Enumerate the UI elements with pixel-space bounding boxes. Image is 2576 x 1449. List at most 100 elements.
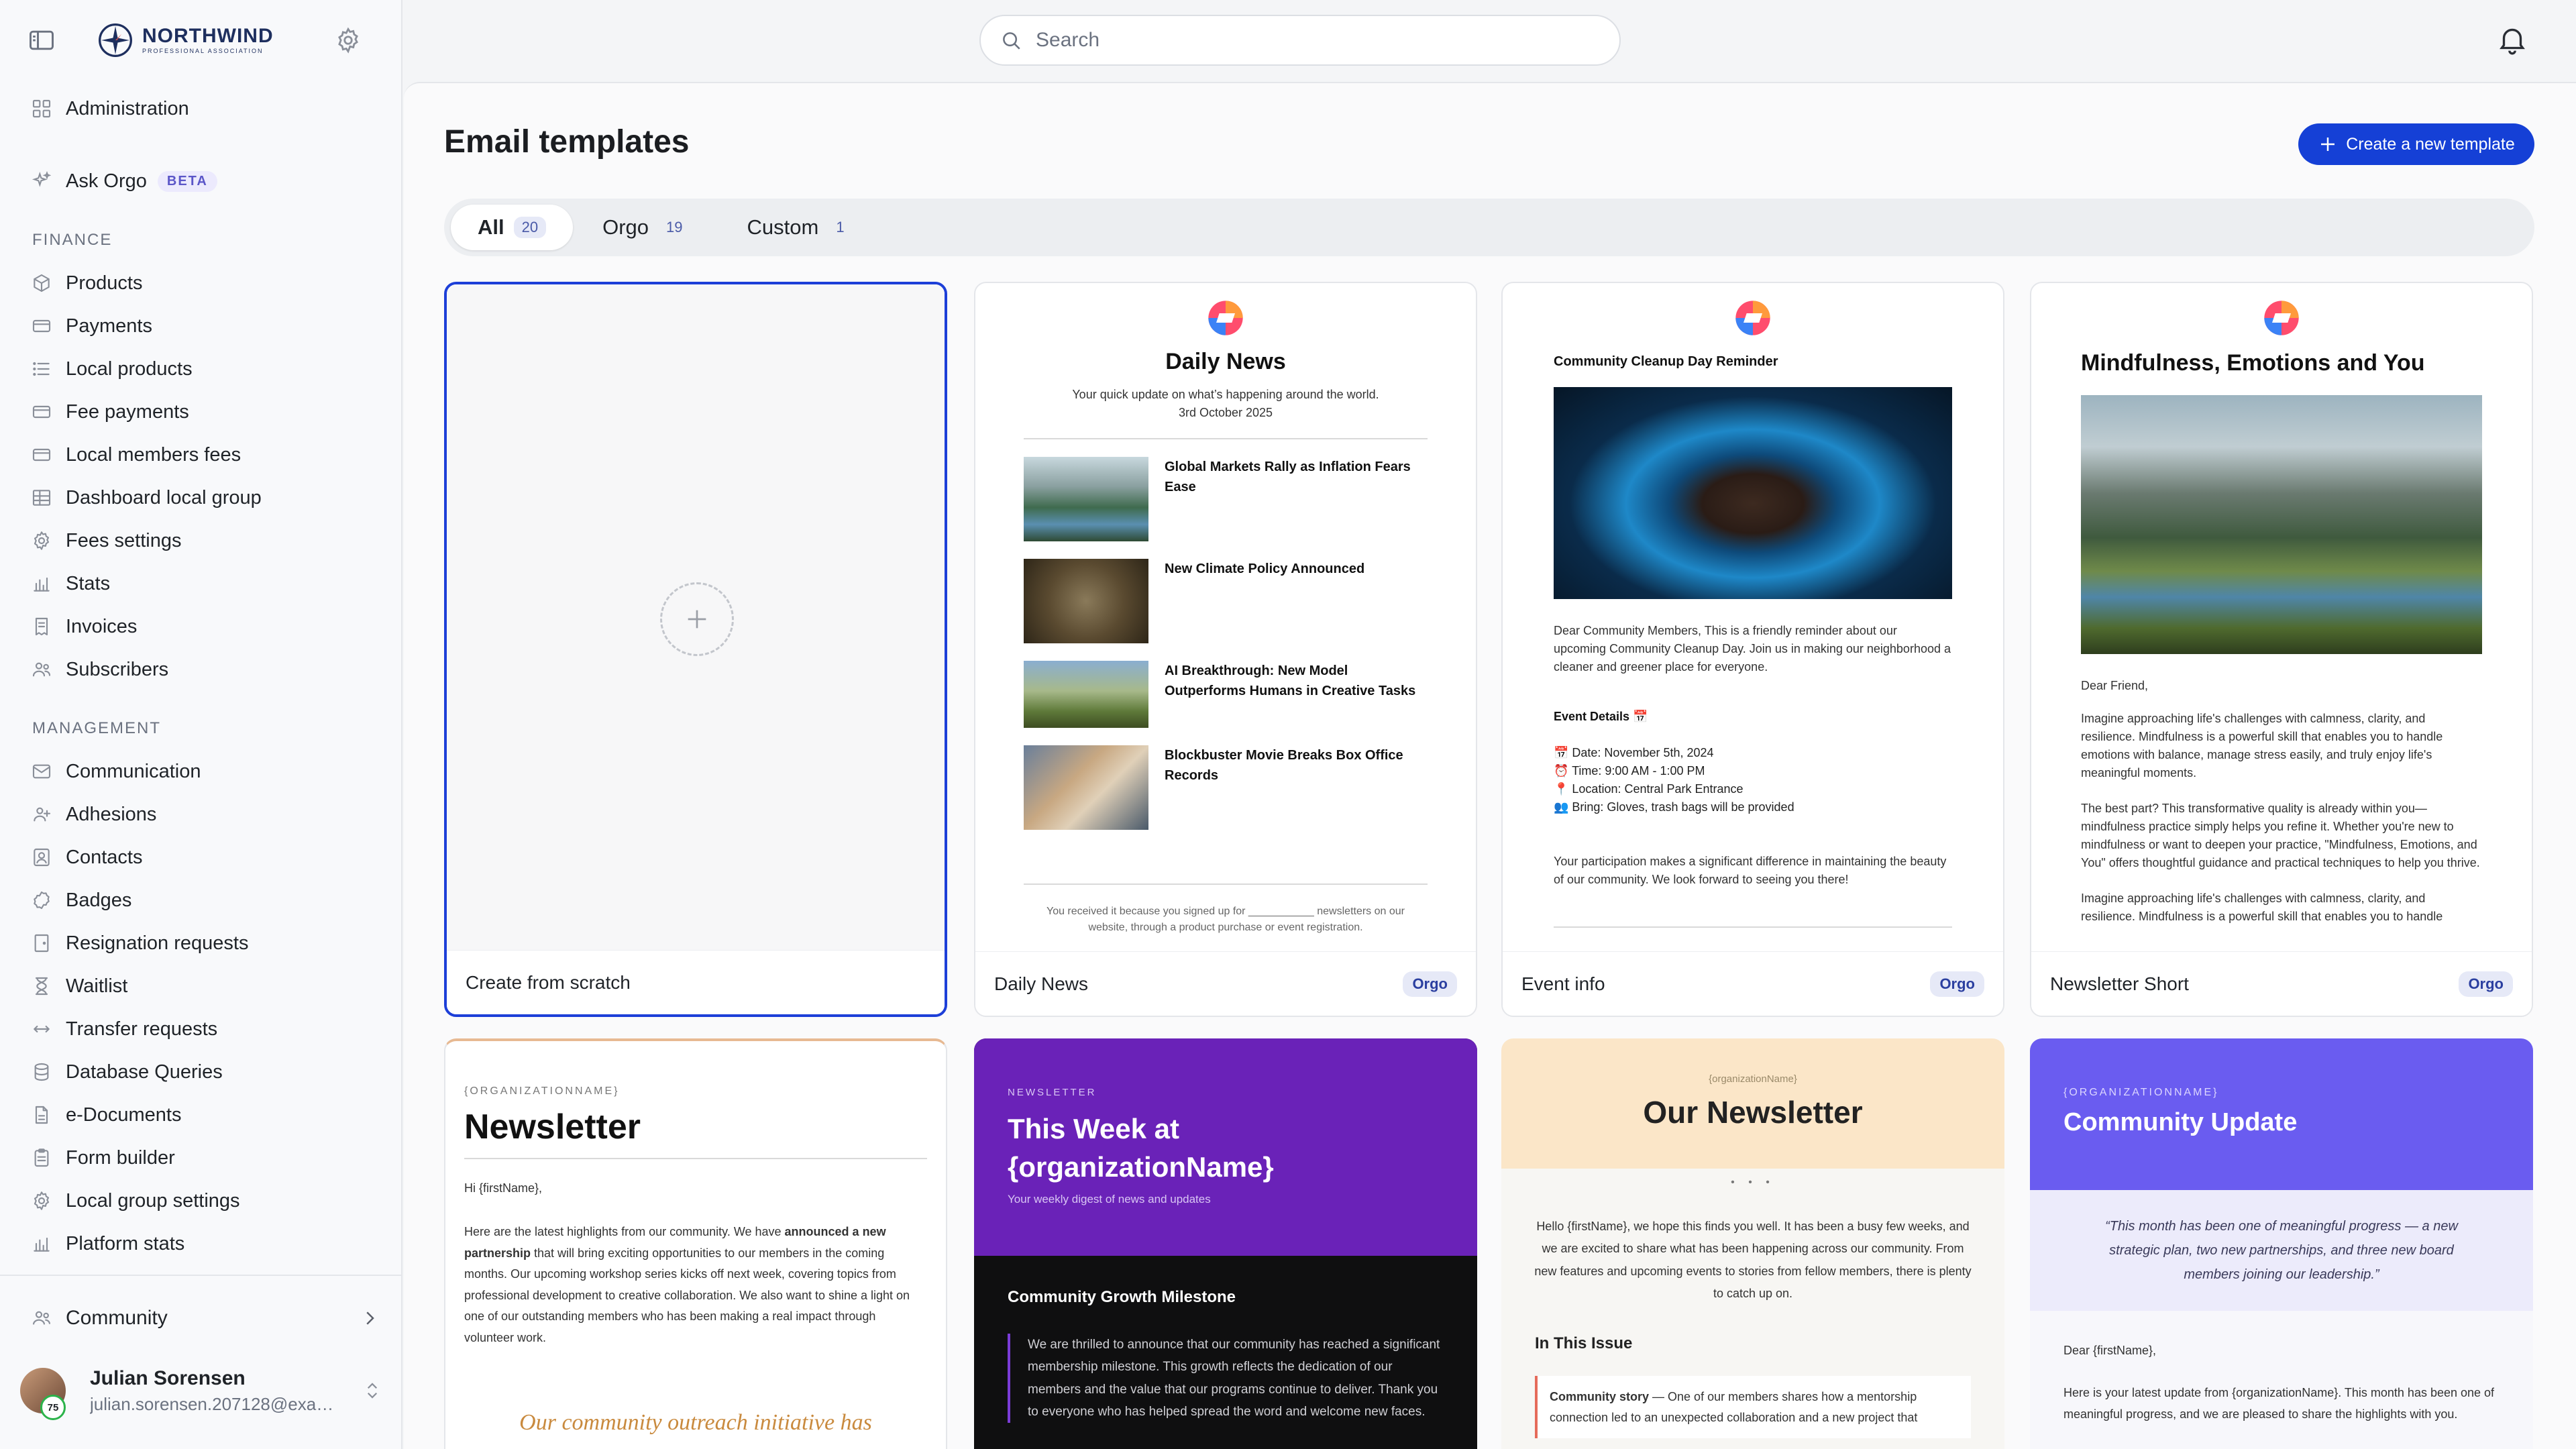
- template-card-community-update[interactable]: {ORGANIZATIONNAME} Community Update “Thi…: [2030, 1038, 2533, 1449]
- sidebar-item-badges[interactable]: Badges: [0, 879, 402, 922]
- event-details-list: 📅 Date: November 5th, 2024 ⏰ Time: 9:00 …: [1554, 744, 1952, 816]
- sidebar-item-local-members-fees[interactable]: Local members fees: [0, 433, 402, 476]
- divider: [1024, 438, 1428, 439]
- orgo-logo: [2263, 299, 2300, 337]
- sidebar-item-label: Subscribers: [66, 658, 169, 680]
- preview-greeting: Hi {firstName},: [464, 1181, 543, 1195]
- add-template-button[interactable]: [660, 582, 734, 656]
- sidebar-item-label: Badges: [66, 889, 132, 911]
- hourglass-icon: [31, 975, 52, 997]
- preview-closing: Your participation makes a significant d…: [1554, 855, 1947, 886]
- sidebar-toggle-icon[interactable]: [27, 25, 56, 55]
- template-card-scratch[interactable]: Create from scratch: [444, 282, 947, 1017]
- sidebar-item-transfer-requests[interactable]: Transfer requests: [0, 1008, 402, 1051]
- box-icon: [31, 272, 52, 294]
- template-card-event-info[interactable]: Community Cleanup Day Reminder Dear Comm…: [1501, 282, 2004, 1017]
- sidebar-item-invoices[interactable]: Invoices: [0, 605, 402, 648]
- sidebar-item-contacts[interactable]: Contacts: [0, 836, 402, 879]
- sidebar-item-database-queries[interactable]: Database Queries: [0, 1051, 402, 1093]
- card-footer: Daily News Orgo: [975, 951, 1476, 1016]
- sidebar-item-label: Stats: [66, 572, 111, 594]
- tab-label: Custom: [747, 215, 819, 239]
- news-headline: Blockbuster Movie Breaks Box Office Reco…: [1165, 748, 1403, 783]
- template-card-newsletter[interactable]: {ORGANIZATIONNAME} Newsletter Hi {firstN…: [444, 1038, 947, 1449]
- chart-icon: [31, 573, 52, 594]
- sidebar-item-dashboard-local-group[interactable]: Dashboard local group: [0, 476, 402, 519]
- preview-header: {ORGANIZATIONNAME} Community Update: [2030, 1038, 2533, 1190]
- sidebar-item-label: e-Documents: [66, 1104, 182, 1126]
- landscape-image: [2081, 395, 2482, 654]
- preview-quote: Our community outreach initiative has: [519, 1410, 872, 1435]
- brand-name: NORTHWIND PROFESSIONAL ASSOCIATION: [142, 26, 274, 54]
- clipboard-icon: [31, 1147, 52, 1169]
- card-preview: {ORGANIZATIONNAME} Community Update “Thi…: [2030, 1038, 2533, 1449]
- sidebar-item-label: Payments: [66, 315, 152, 337]
- preview-subtitle: Your weekly digest of news and updates: [1008, 1193, 1211, 1206]
- sidebar-item-resignation-requests[interactable]: Resignation requests: [0, 922, 402, 965]
- tab-all[interactable]: All 20: [451, 205, 574, 250]
- preview-section: Community Growth Milestone We are thrill…: [974, 1256, 1477, 1423]
- user-plus-icon: [31, 804, 52, 825]
- template-card-weekly[interactable]: NEWSLETTER This Week at {organizationNam…: [974, 1038, 1477, 1449]
- brand-tagline: PROFESSIONAL ASSOCIATION: [142, 48, 264, 54]
- search-input[interactable]: [1036, 29, 1572, 52]
- template-card-our-newsletter[interactable]: {organizationName} Our Newsletter • • • …: [1501, 1038, 2004, 1449]
- sidebar-item-form-builder[interactable]: Form builder: [0, 1136, 402, 1179]
- preview-org: {ORGANIZATIONNAME}: [2063, 1087, 2219, 1098]
- preview-header: {organizationName} Our Newsletter: [1501, 1038, 2004, 1169]
- card-preview: {ORGANIZATIONNAME} Newsletter Hi {firstN…: [445, 1041, 946, 1449]
- news-image: [1024, 661, 1148, 728]
- tab-orgo[interactable]: Orgo 19: [576, 205, 717, 250]
- card-footer: Create from scratch: [447, 950, 945, 1014]
- preview-paragraph: Imagine approaching life's challenges wi…: [2081, 712, 2443, 780]
- sidebar-item-administration[interactable]: Administration: [0, 87, 402, 130]
- preview-dots: • • •: [1731, 1177, 1775, 1188]
- section-body: We are thrilled to announce that our com…: [1008, 1334, 1444, 1423]
- news-item: Global Markets Rally as Inflation Fears …: [1024, 457, 1428, 541]
- card-preview: Community Cleanup Day Reminder Dear Comm…: [1503, 283, 2003, 954]
- sidebar-item-fee-payments[interactable]: Fee payments: [0, 390, 402, 433]
- beta-badge: BETA: [157, 170, 217, 192]
- event-detail: 📅 Date: November 5th, 2024: [1554, 746, 1714, 759]
- users-icon: [31, 659, 52, 680]
- northwind-logo[interactable]: [97, 21, 134, 59]
- sidebar-item-label: Communication: [66, 760, 201, 782]
- sidebar-item-local-group-settings[interactable]: Local group settings: [0, 1179, 402, 1222]
- sidebar-item-adhesions[interactable]: Adhesions: [0, 793, 402, 836]
- page-title: Email templates: [444, 124, 690, 160]
- preview-footer: You received it because you signed up fo…: [1046, 906, 1405, 933]
- database-icon: [31, 1061, 52, 1083]
- create-template-button[interactable]: Create a new template: [2298, 123, 2534, 165]
- users-icon: [31, 1307, 52, 1329]
- sidebar-item-payments[interactable]: Payments: [0, 305, 402, 347]
- sidebar-item-label: Local products: [66, 358, 193, 380]
- gear-icon[interactable]: [334, 26, 362, 54]
- section-title: Community Growth Milestone: [1008, 1288, 1236, 1306]
- sidebar-item-fees-settings[interactable]: Fees settings: [0, 519, 402, 562]
- preview-paragraph: Here are the latest highlights from our …: [464, 1222, 927, 1348]
- community-switcher[interactable]: Community: [31, 1301, 380, 1335]
- sidebar-item-label: Invoices: [66, 615, 138, 637]
- tab-custom[interactable]: Custom 1: [720, 205, 879, 250]
- template-card-daily-news[interactable]: Daily News Your quick update on what’s h…: [974, 282, 1477, 1017]
- sidebar-item-waitlist[interactable]: Waitlist: [0, 965, 402, 1008]
- sidebar-item-e-documents[interactable]: e-Documents: [0, 1093, 402, 1136]
- sidebar-item-label: Administration: [66, 97, 189, 119]
- sidebar-item-label: Fees settings: [66, 529, 182, 551]
- sidebar-item-local-products[interactable]: Local products: [0, 347, 402, 390]
- template-card-newsletter-short[interactable]: Mindfulness, Emotions and You Dear Frien…: [2030, 282, 2533, 1017]
- sidebar-item-products[interactable]: Products: [0, 262, 402, 305]
- sidebar-item-subscribers[interactable]: Subscribers: [0, 648, 402, 691]
- sidebar-item-platform-stats[interactable]: Platform stats: [0, 1222, 402, 1265]
- news-headline: AI Breakthrough: New Model Outperforms H…: [1165, 663, 1416, 698]
- user-menu[interactable]: 75 Julian Sorensen julian.sorensen.20712…: [20, 1360, 382, 1421]
- search-bar[interactable]: [979, 15, 1621, 66]
- bell-icon[interactable]: [2496, 23, 2529, 56]
- event-image: [1554, 387, 1952, 599]
- event-detail: 👥 Bring: Gloves, trash bags will be prov…: [1554, 800, 1794, 814]
- sidebar-item-stats[interactable]: Stats: [0, 562, 402, 605]
- sidebar-item-label: Contacts: [66, 846, 143, 868]
- sidebar-item-communication[interactable]: Communication: [0, 750, 402, 793]
- preview-body: Here is your latest update from {organiz…: [2063, 1386, 2495, 1421]
- sidebar-item-ask-orgo[interactable]: Ask Orgo BETA: [0, 160, 402, 203]
